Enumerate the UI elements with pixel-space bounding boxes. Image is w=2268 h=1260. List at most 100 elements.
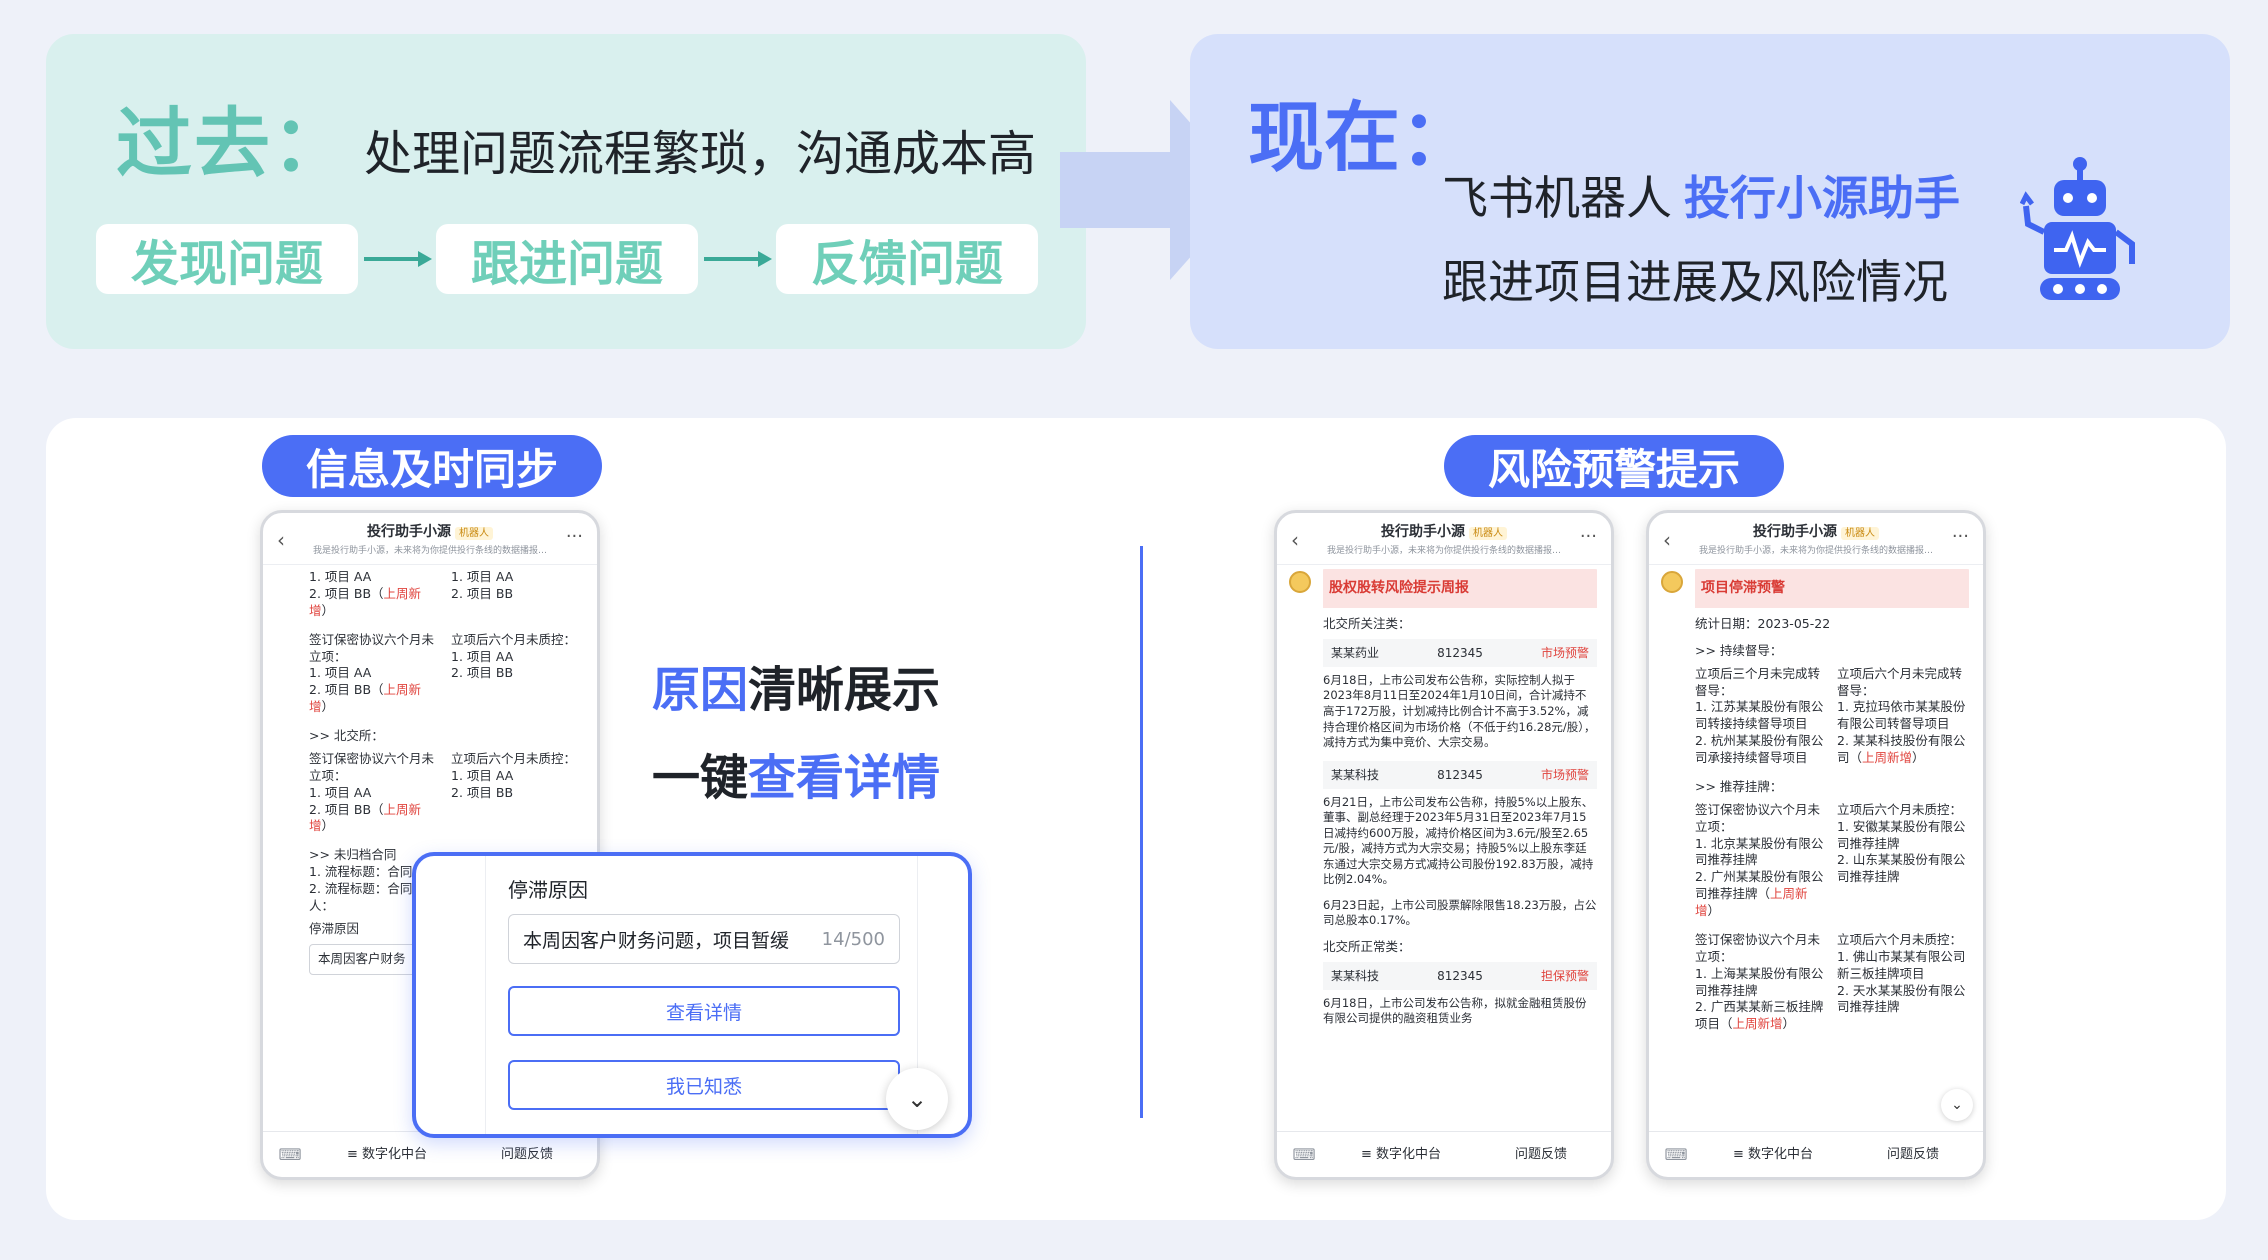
- list-item: 1. 江苏某某股份有限公司转接持续督导项目: [1695, 699, 1824, 732]
- item-text: 2. 项目 BB（: [309, 801, 384, 817]
- notice-text: 6月18日，上市公司发布公告称，拟就金融租赁股份有限公司提供的融资租赁业务: [1323, 995, 1587, 1026]
- block-left: 签订保密协议六个月未立项： 1. 上海某某股份有限公司推荐挂牌 2. 广西某某新…: [1695, 932, 1827, 1033]
- message-block: 签订保密协议六个月未立项： 1. 项目 AA 2. 项目 BB（上周新增） 立项…: [309, 751, 583, 835]
- phone-mockup-project-stall: ‹ 投行助手小源 机器人 我是投行助手小源，未来将为你提供投行条线的数据播报… ·…: [1646, 510, 1986, 1180]
- stat-date: 统计日期：2023-05-22: [1695, 615, 1831, 631]
- list-item: 2. 项目 BB: [451, 665, 514, 681]
- list-item: 1. 项目 AA: [309, 665, 372, 681]
- list-item: 1. 上海某某股份有限公司推荐挂牌: [1695, 965, 1824, 998]
- stock-row: 某某药业 812345 市场预警: [1323, 638, 1597, 667]
- chat-footer: ⌨ ≡ 数字化中台 问题反馈: [1649, 1131, 1983, 1177]
- past-label: 过去: [116, 99, 272, 188]
- expand-down-icon[interactable]: ⌄: [886, 1068, 948, 1130]
- item-suffix: ）: [1782, 1016, 1796, 1032]
- block-left: 1. 项目 AA 2. 项目 BB（上周新增）: [309, 569, 441, 620]
- menu-digital-platform[interactable]: ≡ 数字化中台: [1703, 1146, 1843, 1164]
- popup-left-gutter: [416, 856, 486, 1134]
- past-title: 过去 ： 处理问题流程繁琐，沟通成本高: [116, 82, 1036, 192]
- menu-digital-platform[interactable]: ≡ 数字化中台: [317, 1146, 457, 1164]
- list-item: 1. 克拉玛依市某某股份有限公司转督导项目: [1837, 699, 1966, 732]
- arrow-right-icon: [358, 224, 436, 294]
- stock-name: 某某科技: [1331, 767, 1380, 782]
- now-line-2: 跟进项目进展及风险情况: [1442, 255, 1948, 309]
- stall-reason-label: 停滞原因: [508, 878, 588, 902]
- chat-title-text: 投行助手小源: [1381, 524, 1465, 540]
- chat-header: ‹ 投行助手小源 机器人 我是投行助手小源，未来将为你提供投行条线的数据播报… ·…: [263, 513, 597, 565]
- card-title: 股权股转风险提示周报: [1323, 569, 1597, 608]
- more-icon[interactable]: ···: [1952, 525, 1969, 549]
- chat-header: ‹ 投行助手小源 机器人 我是投行助手小源，未来将为你提供投行条线的数据播报… ·…: [1277, 513, 1611, 565]
- chat-body: 股权股转风险提示周报 北交所关注类： 某某药业 812345 市场预警 6月18日，…: [1323, 569, 1597, 1129]
- stock-name: 某某科技: [1331, 968, 1380, 983]
- section-bse-normal: 北交所正常类：: [1323, 938, 1411, 954]
- warn-tag: 市场预警: [1540, 645, 1589, 660]
- step-discover: 发现问题: [96, 224, 358, 294]
- arrow-right-icon: [698, 224, 776, 294]
- block-title: 立项后六个月未完成转督导：: [1837, 665, 1963, 698]
- menu-digital-platform[interactable]: ≡ 数字化中台: [1331, 1146, 1471, 1164]
- list-item: 2. 项目 BB: [451, 784, 514, 800]
- block-title: 立项后六个月未质控：: [451, 631, 577, 647]
- section-divider: [1140, 546, 1143, 1118]
- tagline-reason: 原因清晰展示: [652, 650, 940, 720]
- badge-risk-warning: 风险预警提示: [1444, 435, 1784, 497]
- list-item: 1. 项目 AA: [451, 569, 514, 584]
- acknowledge-button[interactable]: 我已知悉: [508, 1060, 900, 1110]
- keyboard-icon[interactable]: ⌨: [263, 1144, 317, 1166]
- message-block: 签订保密协议六个月未立项： 1. 上海某某股份有限公司推荐挂牌 2. 广西某某新…: [1695, 932, 1969, 1033]
- tagline-detail: 一键查看详情: [652, 738, 940, 808]
- block-right: 立项后六个月未质控： 1. 安徽某某股份有限公司推荐挂牌 2. 山东某某股份有限…: [1837, 802, 1969, 920]
- expand-down-icon[interactable]: ⌄: [1941, 1089, 1973, 1121]
- block-right: 1. 项目 AA 2. 项目 BB: [451, 569, 583, 620]
- block-title: 签订保密协议六个月未立项：: [1695, 931, 1821, 964]
- block-title: 立项后六个月未质控：: [1837, 931, 1963, 947]
- tagline-detail-black: 一键: [652, 750, 749, 806]
- step-feedback: 反馈问题: [776, 224, 1038, 294]
- list-item: 2. 天水某某股份有限公司推荐挂牌: [1837, 982, 1966, 1015]
- stock-row: 某某科技 812345 市场预警: [1323, 760, 1597, 789]
- stock-row: 某某科技 812345 担保预警: [1323, 961, 1597, 990]
- notice-text: 6月21日，上市公司发布公告称，持股5%以上股东、董事、副总经理于2023年5月…: [1323, 794, 1594, 887]
- item-suffix: ）: [321, 818, 335, 834]
- block-right: 立项后六个月未质控： 1. 项目 AA 2. 项目 BB: [451, 632, 583, 716]
- menu-feedback[interactable]: 问题反馈: [1471, 1146, 1611, 1164]
- menu-feedback[interactable]: 问题反馈: [457, 1146, 597, 1164]
- menu-feedback[interactable]: 问题反馈: [1843, 1146, 1983, 1164]
- block-right: 立项后六个月未完成转督导： 1. 克拉玛依市某某股份有限公司转督导项目 2. 某…: [1837, 666, 1969, 767]
- item-suffix: ）: [321, 699, 335, 715]
- keyboard-icon[interactable]: ⌨: [1277, 1144, 1331, 1166]
- section-bse-focus: 北交所关注类：: [1323, 615, 1411, 631]
- tagline-detail-blue: 查看详情: [748, 750, 941, 806]
- bot-tag: 机器人: [455, 527, 493, 540]
- section-supervise: >> 持续督导：: [1695, 642, 1783, 658]
- list-item: 2. 杭州某某股份有限公司承接持续督导项目: [1695, 733, 1824, 766]
- bot-tag: 机器人: [1469, 527, 1507, 540]
- stock-code: 812345: [1437, 968, 1483, 983]
- view-details-button[interactable]: 查看详情: [508, 986, 900, 1036]
- char-counter: 14/500: [821, 928, 885, 950]
- block-left: 签订保密协议六个月未立项： 1. 项目 AA 2. 项目 BB（上周新增）: [309, 751, 441, 835]
- stall-reason-input[interactable]: 本周因客户财务问题，项目暂缓 14/500: [508, 914, 900, 964]
- stock-name: 某某药业: [1331, 645, 1380, 660]
- bot-avatar-icon: [1661, 571, 1683, 593]
- list-item: 1. 项目 AA: [451, 648, 514, 664]
- list-item: 1. 项目 AA: [309, 569, 372, 584]
- list-item: 1. 佛山市某某有限公司新三板挂牌项目: [1837, 948, 1966, 981]
- robot-icon: [2020, 157, 2135, 300]
- more-icon[interactable]: ···: [1580, 525, 1597, 549]
- chat-title-text: 投行助手小源: [367, 524, 451, 540]
- stock-code: 812345: [1437, 645, 1483, 660]
- assistant-name: 投行小源助手: [1684, 171, 1960, 225]
- block-right: 立项后六个月未质控： 1. 项目 AA 2. 项目 BB: [451, 751, 583, 835]
- stall-reason-value: 本周因客户财务问题，项目暂缓: [523, 929, 790, 952]
- message-block: 签订保密协议六个月未立项： 1. 北京某某股份有限公司推荐挂牌 2. 广州某某股…: [1695, 802, 1969, 920]
- stall-reason-popup: 停滞原因 本周因客户财务问题，项目暂缓 14/500 查看详情 我已知悉 ⌄: [412, 852, 972, 1138]
- more-icon[interactable]: ···: [566, 525, 583, 549]
- chat-body: 项目停滞预警 统计日期：2023-05-22 >> 持续督导： 立项后三个月未完…: [1695, 569, 1969, 1129]
- list-item: 1. 项目 AA: [309, 784, 372, 800]
- list-item: 2. 山东某某股份有限公司推荐挂牌: [1837, 852, 1966, 885]
- item-text: 2. 项目 BB（: [309, 682, 384, 698]
- list-item: 2. 项目 BB（上周新增）: [309, 682, 441, 716]
- keyboard-icon[interactable]: ⌨: [1649, 1144, 1703, 1166]
- notice-text: 6月18日，上市公司发布公告称，实际控制人拟于2023年8月11日至2024年1…: [1323, 672, 1596, 750]
